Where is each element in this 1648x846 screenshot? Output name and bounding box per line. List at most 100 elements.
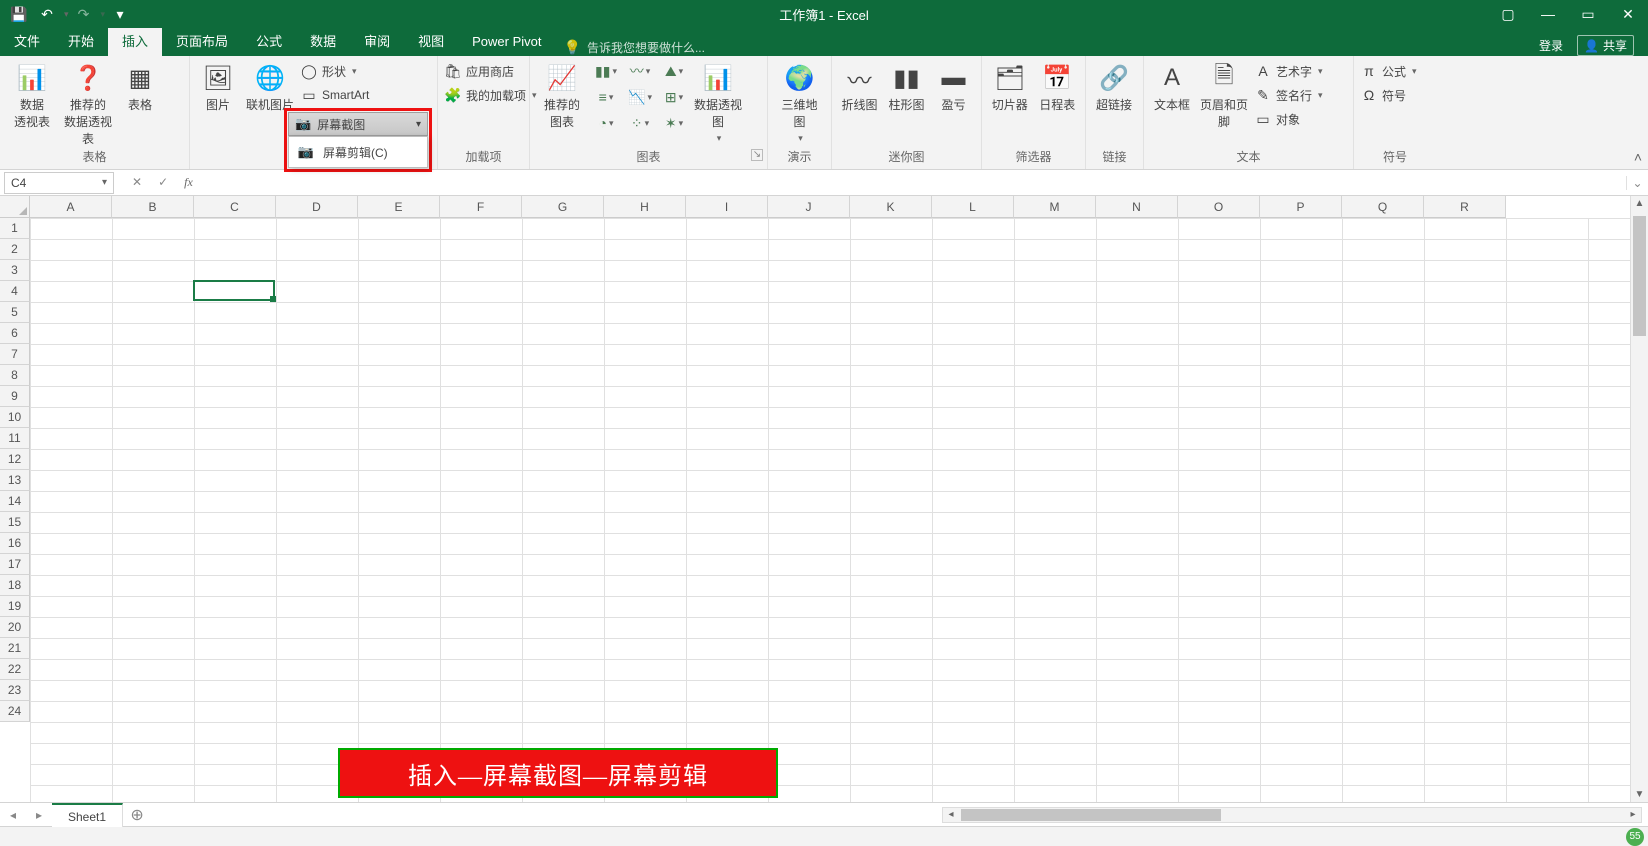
row-header-18[interactable]: 18	[0, 575, 30, 596]
horizontal-scrollbar[interactable]: ◂ ▸	[942, 807, 1642, 823]
tell-me-search[interactable]: 💡 告诉我您想要做什么...	[564, 39, 705, 56]
column-header-L[interactable]: L	[932, 196, 1014, 218]
screen-clipping-menuitem[interactable]: 📷 屏幕剪辑(C)	[289, 137, 427, 167]
recommended-charts-button[interactable]: 📈 推荐的 图表	[536, 60, 588, 130]
fill-handle[interactable]	[270, 296, 276, 302]
row-header-1[interactable]: 1	[0, 218, 30, 239]
spreadsheet-cells[interactable]: 插入—屏幕截图—屏幕剪辑	[30, 218, 1630, 802]
combo-chart-button[interactable]: ⊞▾	[660, 86, 688, 108]
line-chart-button[interactable]: 〰▾	[626, 60, 654, 82]
smartart-button[interactable]: ▭SmartArt	[300, 84, 369, 106]
column-header-N[interactable]: N	[1096, 196, 1178, 218]
pivot-table-button[interactable]: 📊 数据 透视表	[6, 60, 58, 130]
column-header-E[interactable]: E	[358, 196, 440, 218]
screenshot-button[interactable]: 📷 屏幕截图 ▾	[288, 112, 428, 136]
row-header-20[interactable]: 20	[0, 617, 30, 638]
column-header-H[interactable]: H	[604, 196, 686, 218]
row-header-13[interactable]: 13	[0, 470, 30, 491]
scroll-down-icon[interactable]: ▼	[1631, 789, 1648, 800]
column-header-M[interactable]: M	[1014, 196, 1096, 218]
column-chart-button[interactable]: ▮▮▾	[592, 60, 620, 82]
tab-home[interactable]: 开始	[54, 28, 108, 56]
area-chart-button[interactable]: ⛰▾	[660, 60, 688, 82]
header-footer-button[interactable]: 🗎页眉和页脚	[1198, 60, 1250, 130]
column-header-A[interactable]: A	[30, 196, 112, 218]
cancel-formula-icon[interactable]: ✕	[132, 175, 142, 190]
row-header-7[interactable]: 7	[0, 344, 30, 365]
column-header-I[interactable]: I	[686, 196, 768, 218]
equation-button[interactable]: π公式▾	[1360, 60, 1417, 82]
column-header-D[interactable]: D	[276, 196, 358, 218]
store-button[interactable]: 🛍应用商店	[444, 60, 537, 82]
radar-chart-button[interactable]: ✶▾	[660, 112, 688, 134]
row-header-23[interactable]: 23	[0, 680, 30, 701]
column-header-R[interactable]: R	[1424, 196, 1506, 218]
row-header-16[interactable]: 16	[0, 533, 30, 554]
tab-file[interactable]: 文件	[0, 28, 54, 56]
stock-chart-button[interactable]: 📉▾	[626, 86, 654, 108]
column-header-P[interactable]: P	[1260, 196, 1342, 218]
scroll-right-icon[interactable]: ▸	[1625, 808, 1641, 822]
select-all-corner[interactable]	[0, 196, 30, 218]
row-header-6[interactable]: 6	[0, 323, 30, 344]
column-header-O[interactable]: O	[1178, 196, 1260, 218]
sparkline-line-button[interactable]: 〰折线图	[838, 60, 881, 113]
signature-button[interactable]: ✎签名行▾	[1254, 84, 1323, 106]
slicer-button[interactable]: 🗂切片器	[988, 60, 1032, 113]
tab-pagelayout[interactable]: 页面布局	[162, 28, 242, 56]
row-header-17[interactable]: 17	[0, 554, 30, 575]
timeline-button[interactable]: 📅日程表	[1036, 60, 1080, 113]
scroll-up-icon[interactable]: ▲	[1631, 198, 1648, 209]
name-box[interactable]: C4 ▾	[4, 172, 114, 194]
row-header-9[interactable]: 9	[0, 386, 30, 407]
tab-insert[interactable]: 插入	[108, 28, 162, 56]
pictures-button[interactable]: 🖼 图片	[196, 60, 240, 113]
table-button[interactable]: ▦ 表格	[118, 60, 162, 113]
online-pictures-button[interactable]: 🌐 联机图片	[244, 60, 296, 113]
row-header-5[interactable]: 5	[0, 302, 30, 323]
expand-formula-bar-icon[interactable]: ⌄	[1626, 176, 1648, 190]
tab-view[interactable]: 视图	[404, 28, 458, 56]
login-link[interactable]: 登录	[1539, 37, 1563, 54]
close-icon[interactable]: ✕	[1608, 2, 1648, 26]
column-header-G[interactable]: G	[522, 196, 604, 218]
zoom-indicator[interactable]: 55	[1626, 828, 1644, 846]
my-addins-button[interactable]: 🧩我的加载项▾	[444, 84, 537, 106]
vertical-scrollbar[interactable]: ▲ ▼	[1630, 196, 1648, 802]
tab-review[interactable]: 审阅	[350, 28, 404, 56]
save-icon[interactable]: 💾	[6, 2, 32, 26]
textbox-button[interactable]: A文本框	[1150, 60, 1194, 113]
column-header-J[interactable]: J	[768, 196, 850, 218]
column-header-Q[interactable]: Q	[1342, 196, 1424, 218]
row-header-11[interactable]: 11	[0, 428, 30, 449]
formula-input[interactable]	[211, 172, 1626, 194]
row-header-22[interactable]: 22	[0, 659, 30, 680]
column-header-K[interactable]: K	[850, 196, 932, 218]
redo-icon[interactable]: ↷	[71, 2, 97, 26]
ribbon-options-icon[interactable]: ▢	[1488, 2, 1528, 26]
row-header-12[interactable]: 12	[0, 449, 30, 470]
bar-chart-button[interactable]: ≡▾	[592, 86, 620, 108]
charts-launcher-icon[interactable]: ↘	[751, 149, 763, 161]
3d-map-button[interactable]: 🌍 三维地 图▾	[774, 60, 825, 144]
minimize-icon[interactable]: —	[1528, 2, 1568, 26]
namebox-dropdown-icon[interactable]: ▾	[102, 177, 107, 188]
scroll-left-icon[interactable]: ◂	[943, 808, 959, 822]
row-header-8[interactable]: 8	[0, 365, 30, 386]
row-header-14[interactable]: 14	[0, 491, 30, 512]
recommended-pivot-button[interactable]: ❓ 推荐的 数据透视表	[62, 60, 114, 147]
sparkline-winloss-button[interactable]: ▬盈亏	[932, 60, 975, 113]
pivot-chart-button[interactable]: 📊 数据透视图▾	[692, 60, 744, 144]
collapse-ribbon-icon[interactable]: ˄	[1634, 149, 1642, 165]
row-header-3[interactable]: 3	[0, 260, 30, 281]
hyperlink-button[interactable]: 🔗超链接	[1092, 60, 1136, 113]
sheet-nav-prev[interactable]: ◂	[0, 808, 26, 822]
tab-powerpivot[interactable]: Power Pivot	[458, 28, 555, 56]
scatter-chart-button[interactable]: ⁘▾	[626, 112, 654, 134]
enter-formula-icon[interactable]: ✓	[158, 175, 168, 190]
row-header-21[interactable]: 21	[0, 638, 30, 659]
column-header-C[interactable]: C	[194, 196, 276, 218]
new-sheet-button[interactable]: ⊕	[123, 805, 151, 825]
sparkline-column-button[interactable]: ▮▮柱形图	[885, 60, 928, 113]
pie-chart-button[interactable]: ◔▾	[592, 112, 620, 134]
